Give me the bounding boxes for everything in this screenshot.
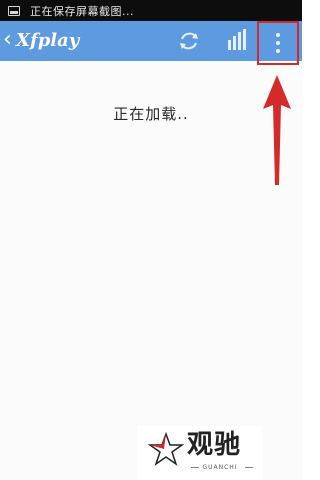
watermark-brand-latin: GUANCHI [202, 464, 238, 471]
chevron-left-icon[interactable]: ‹ [3, 27, 12, 53]
watermark-star-logo [148, 432, 184, 466]
status-bar: 正在保存屏幕截图... [0, 0, 302, 21]
action-bar: ‹ Xfplay [0, 21, 302, 65]
watermark: 观驰 GUANCHI [137, 426, 262, 480]
watermark-brand: 观驰 [187, 430, 242, 460]
annotation-arrow [263, 75, 291, 185]
bars-icon[interactable] [226, 28, 248, 52]
refresh-icon[interactable] [177, 30, 201, 52]
watermark-divider [245, 467, 253, 468]
loading-text: 正在加载.. [113, 105, 189, 123]
status-text: 正在保存屏幕截图... [30, 4, 134, 18]
app-title: Xfplay [16, 30, 80, 51]
screen: 正在保存屏幕截图... ‹ Xfplay 正在加载.. 观驰 GUANCHI [0, 0, 302, 480]
screenshot-icon [8, 5, 20, 16]
overflow-menu-button[interactable] [257, 21, 299, 65]
more-vertical-icon [276, 33, 280, 53]
